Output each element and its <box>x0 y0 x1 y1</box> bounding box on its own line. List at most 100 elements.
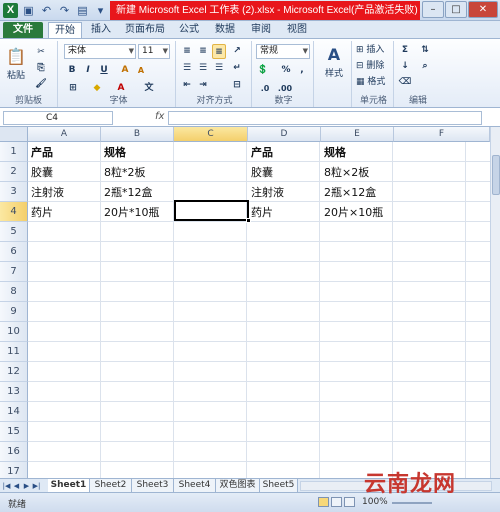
save-icon[interactable]: ▣ <box>21 3 36 18</box>
tab-insert[interactable]: 插入 <box>86 22 116 38</box>
align-center-icon[interactable]: ☰ <box>196 61 210 76</box>
font-size-select[interactable]: 11 ▼ <box>138 44 170 59</box>
insert-cells-button[interactable]: ⊞ 插入 <box>356 43 394 58</box>
paste-icon[interactable]: 📋 <box>6 47 26 67</box>
worksheet-grid[interactable]: A B C D E F 1 2 3 4 5 6 7 8 9 10 11 12 13 14 15 16 17 产品… <box>0 127 500 492</box>
delete-cells-button[interactable]: ⊟ 删除 <box>356 59 394 74</box>
find-select-icon[interactable]: ⌕ <box>418 59 432 74</box>
bold-button[interactable]: B <box>66 63 78 78</box>
percent-button[interactable]: % <box>280 63 292 78</box>
column-header-b[interactable]: B <box>101 127 174 142</box>
currency-icon[interactable]: 💲 <box>256 63 270 78</box>
row-header-10[interactable]: 10 <box>0 322 28 342</box>
cell-e2[interactable]: 8粒×2板 <box>321 163 369 183</box>
cell-b3[interactable]: 2瓶*12盒 <box>101 183 153 203</box>
sheet-tab-6[interactable]: Sheet5 <box>260 479 298 492</box>
next-sheet-icon[interactable]: ▶ <box>22 480 31 492</box>
first-sheet-icon[interactable]: |◀ <box>2 480 11 492</box>
column-header-f[interactable]: F <box>394 127 490 142</box>
row-header-11[interactable]: 11 <box>0 342 28 362</box>
select-all-corner[interactable] <box>0 127 28 142</box>
column-header-d[interactable]: D <box>248 127 321 142</box>
font-name-select[interactable]: 宋体 ▼ <box>64 44 136 59</box>
cell-a3[interactable]: 注射液 <box>28 183 64 203</box>
cell-a4[interactable]: 药片 <box>28 203 53 223</box>
active-cell-outline[interactable] <box>174 200 249 221</box>
copy-icon[interactable]: ⎘ <box>34 61 48 76</box>
fill-handle[interactable] <box>246 218 251 223</box>
orientation-icon[interactable]: ↗ <box>230 44 244 59</box>
tab-page-layout[interactable]: 页面布局 <box>122 22 168 38</box>
align-top-icon[interactable]: ≡ <box>180 44 194 59</box>
cell-d1[interactable]: 产品 <box>248 143 273 163</box>
name-box[interactable]: C4 <box>3 111 113 125</box>
row-header-15[interactable]: 15 <box>0 422 28 442</box>
prev-sheet-icon[interactable]: ◀ <box>12 480 21 492</box>
formula-input[interactable] <box>168 111 482 125</box>
row-header-6[interactable]: 6 <box>0 242 28 262</box>
cell-e1[interactable]: 规格 <box>321 143 346 163</box>
format-painter-icon[interactable]: 🖌 <box>34 77 48 92</box>
cell-a2[interactable]: 胶囊 <box>28 163 53 183</box>
column-header-e[interactable]: E <box>321 127 394 142</box>
cell-d4[interactable]: 药片 <box>248 203 273 223</box>
row-header-3[interactable]: 3 <box>0 182 28 202</box>
autosum-icon[interactable]: Σ <box>398 43 412 58</box>
sheet-tab-2[interactable]: Sheet2 <box>90 479 132 492</box>
increase-indent-icon[interactable]: ⇥ <box>196 78 210 93</box>
shrink-font-icon[interactable]: A <box>134 63 148 78</box>
row-header-8[interactable]: 8 <box>0 282 28 302</box>
tab-file[interactable]: 文件 <box>3 22 43 38</box>
vertical-scrollbar[interactable] <box>490 127 500 492</box>
normal-view-icon[interactable] <box>318 497 329 507</box>
grow-font-icon[interactable]: A <box>118 63 132 78</box>
cell-e3[interactable]: 2瓶×12盒 <box>321 183 376 203</box>
align-bottom-icon[interactable]: ≡ <box>212 44 226 59</box>
insert-function-button[interactable]: fx <box>155 111 164 122</box>
print-preview-icon[interactable]: ▤ <box>75 3 90 18</box>
row-header-16[interactable]: 16 <box>0 442 28 462</box>
format-cells-button[interactable]: ▦ 格式 <box>356 75 394 90</box>
cell-b2[interactable]: 8粒*2板 <box>101 163 146 183</box>
fill-icon[interactable]: ↓ <box>398 59 412 74</box>
column-header-a[interactable]: A <box>28 127 101 142</box>
paste-button[interactable]: 粘贴 <box>4 69 28 84</box>
last-sheet-icon[interactable]: ▶| <box>32 480 41 492</box>
italic-button[interactable]: I <box>82 63 94 78</box>
row-header-14[interactable]: 14 <box>0 402 28 422</box>
cell-b1[interactable]: 规格 <box>101 143 126 163</box>
align-left-icon[interactable]: ☰ <box>180 61 194 76</box>
tab-view[interactable]: 视图 <box>282 22 312 38</box>
row-header-9[interactable]: 9 <box>0 302 28 322</box>
row-header-4[interactable]: 4 <box>0 202 28 222</box>
row-header-12[interactable]: 12 <box>0 362 28 382</box>
row-header-5[interactable]: 5 <box>0 222 28 242</box>
row-header-1[interactable]: 1 <box>0 142 28 162</box>
row-header-7[interactable]: 7 <box>0 262 28 282</box>
decrease-indent-icon[interactable]: ⇤ <box>180 78 194 93</box>
redo-icon[interactable]: ↷ <box>57 3 72 18</box>
align-right-icon[interactable]: ☰ <box>212 61 226 76</box>
align-middle-icon[interactable]: ≡ <box>196 44 210 59</box>
cell-a1[interactable]: 产品 <box>28 143 53 163</box>
customize-qat-icon[interactable]: ▾ <box>93 3 108 18</box>
sort-filter-icon[interactable]: ⇅ <box>418 43 432 58</box>
tab-data[interactable]: 数据 <box>210 22 240 38</box>
sheet-tab-1[interactable]: Sheet1 <box>48 479 90 492</box>
maximize-button[interactable]: □ <box>445 1 467 18</box>
row-header-2[interactable]: 2 <box>0 162 28 182</box>
zoom-level[interactable]: 100% <box>362 497 388 507</box>
close-button[interactable]: ✕ <box>468 1 498 18</box>
cell-b4[interactable]: 20片*10瓶 <box>101 203 160 223</box>
page-break-view-icon[interactable] <box>344 497 355 507</box>
column-header-c[interactable]: C <box>174 127 248 142</box>
merge-center-icon[interactable]: ⊟ <box>230 78 244 93</box>
styles-button[interactable]: 样式 <box>318 67 350 82</box>
cut-icon[interactable]: ✂ <box>34 45 48 60</box>
vertical-scroll-thumb[interactable] <box>492 155 500 195</box>
tab-formulas[interactable]: 公式 <box>174 22 204 38</box>
sheet-tab-3[interactable]: Sheet3 <box>132 479 174 492</box>
wrap-text-icon[interactable]: ↵ <box>230 61 244 76</box>
cell-e4[interactable]: 20片×10瓶 <box>321 203 383 223</box>
row-header-13[interactable]: 13 <box>0 382 28 402</box>
